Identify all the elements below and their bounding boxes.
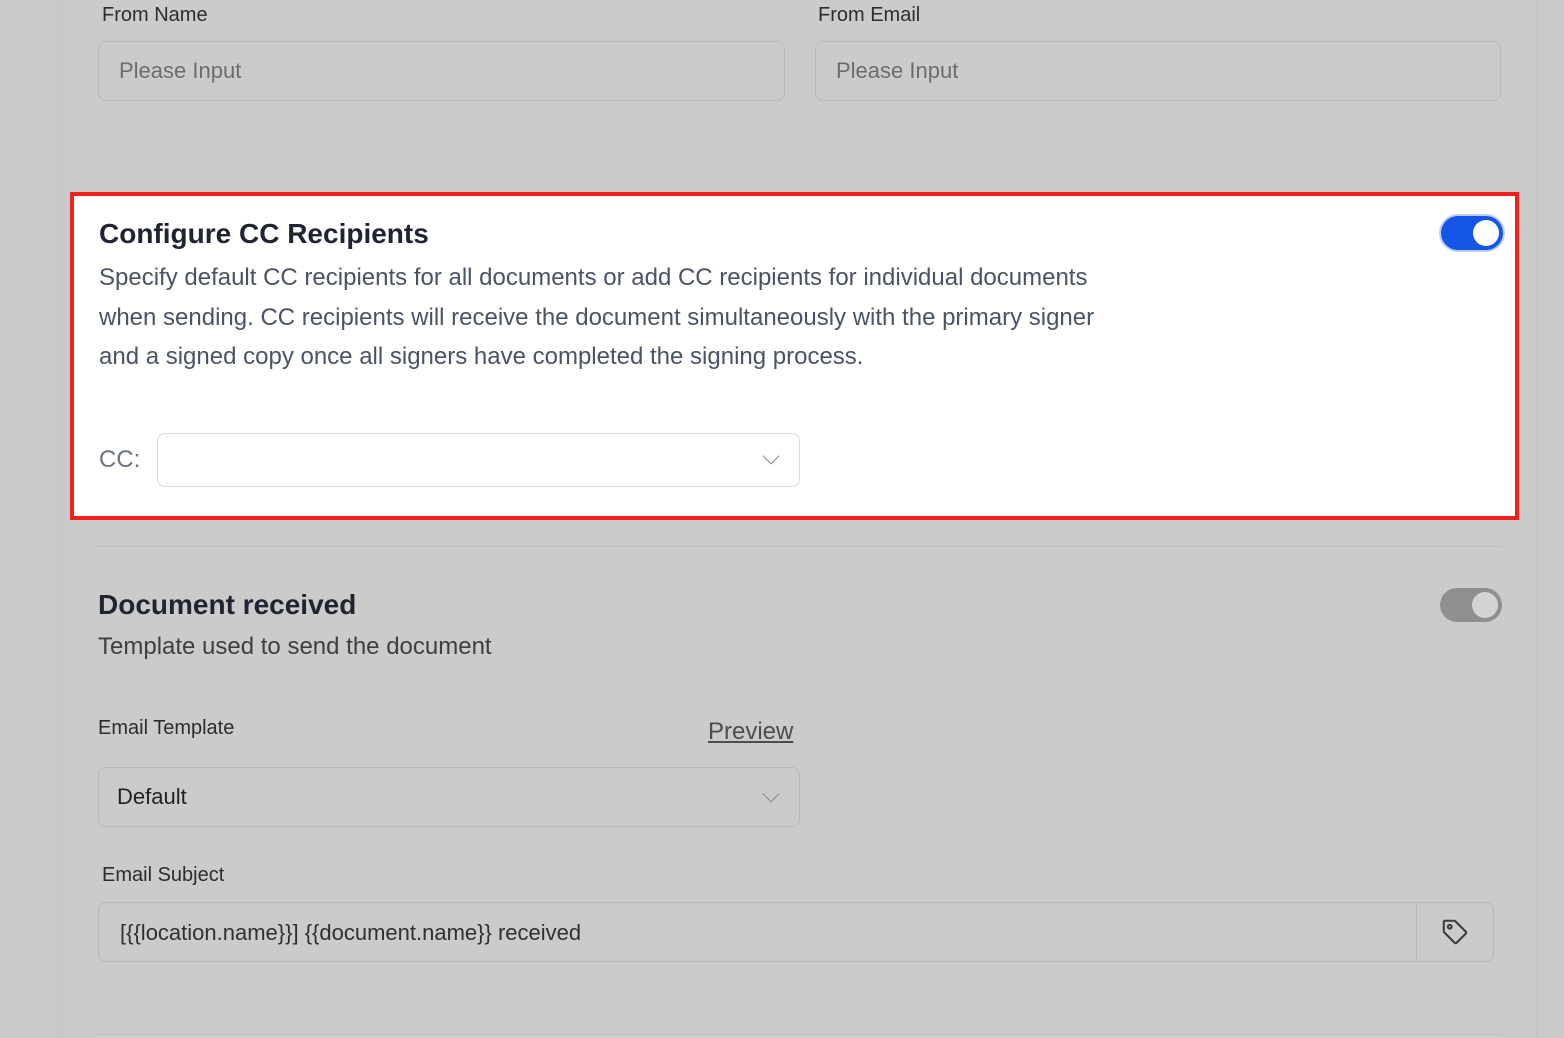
preview-link[interactable]: Preview [708,718,793,746]
tag-icon [1442,919,1468,945]
cc-description-line-2: when sending. CC recipients will receive… [99,303,1095,331]
cc-recipients-panel: Configure CC Recipients Specify default … [70,192,1519,520]
section-divider [98,1034,1501,1035]
chevron-down-icon [762,785,780,803]
from-email-label: From Email [818,4,921,26]
cc-section-description: Specify default CC recipients for all do… [99,258,1094,377]
toggle-knob [1472,592,1498,618]
from-email-input[interactable] [815,41,1501,101]
cc-select[interactable] [157,433,800,487]
email-template-select[interactable]: Default [98,767,800,827]
email-subject-field[interactable]: [{{location.name}}] {{document.name}} re… [98,902,1494,962]
email-template-label: Email Template [98,717,235,739]
toggle-knob [1473,220,1499,246]
from-name-input[interactable] [98,41,785,101]
from-name-label: From Name [102,4,208,26]
email-template-value: Default [117,784,187,809]
cc-toggle[interactable] [1441,216,1503,250]
document-received-toggle[interactable] [1440,588,1502,622]
email-subject-value: [{{location.name}}] {{document.name}} re… [120,920,582,945]
cc-section-title: Configure CC Recipients [99,218,429,249]
cc-description-line-1: Specify default CC recipients for all do… [99,264,1088,291]
insert-tag-button[interactable] [1416,903,1493,961]
cc-label: CC: [99,446,141,473]
document-received-title: Document received [98,589,357,620]
cc-description-line-3: and a signed copy once all signers have … [99,343,864,370]
chevron-down-icon [762,447,780,465]
section-divider [98,546,1501,547]
email-subject-label: Email Subject [102,864,225,886]
document-received-description: Template used to send the document [98,633,492,660]
